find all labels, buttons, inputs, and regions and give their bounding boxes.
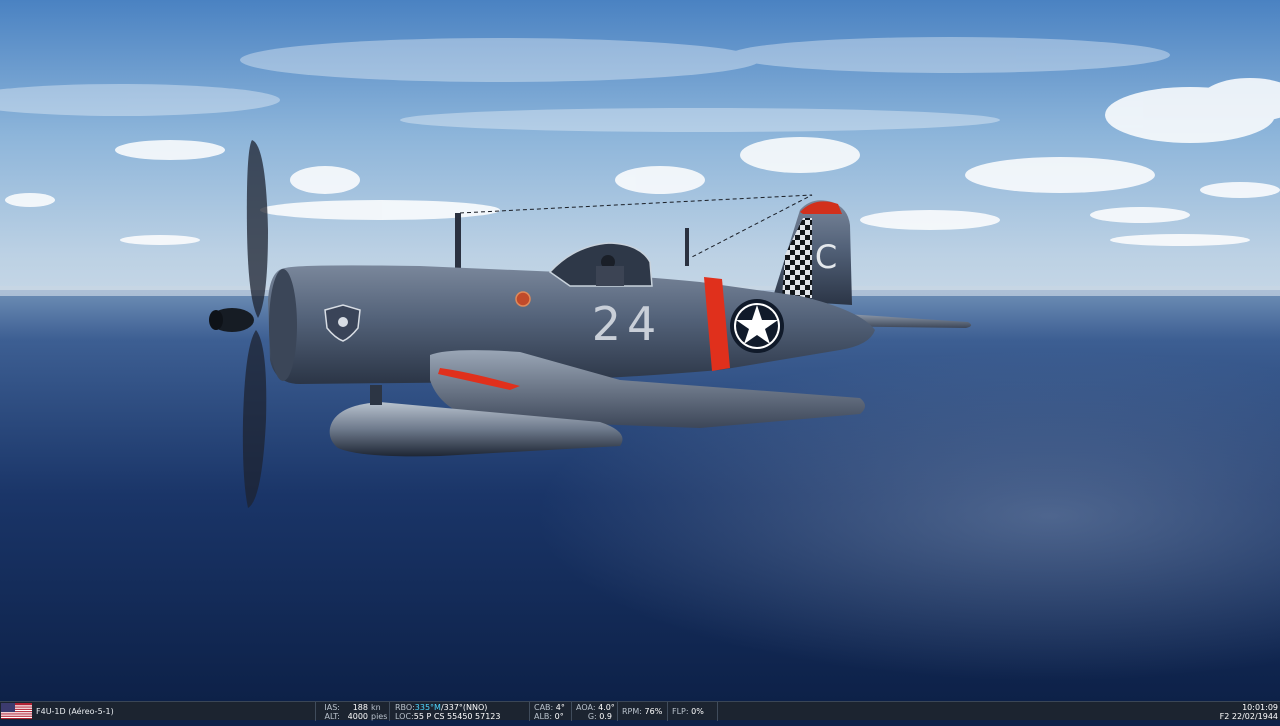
ias-value: 188 [352, 703, 368, 712]
rpm-value: 76% [644, 707, 663, 716]
unit-name: F4U-1D (Aéreo-5-1) [36, 707, 114, 716]
aoa-label: AOA: [576, 703, 596, 712]
rbo-label: RBO: [395, 703, 415, 712]
ias-label: IAS: [324, 703, 340, 712]
flaps-panel: FLP: 0% [667, 702, 717, 721]
status-bar: F4U-1D (Aéreo-5-1) IAS: 188 kn ALT: 4000… [0, 701, 1280, 721]
tail-letter: C [815, 238, 837, 276]
rbo-true: /337°(NNO) [440, 703, 488, 712]
aoa-g-panel: AOA: 4.0° G: 0.9 [571, 702, 617, 721]
ias-unit: kn [371, 703, 381, 712]
aoa-value: 4.0° [598, 703, 615, 712]
rpm-label: RPM: [622, 707, 642, 716]
usa-flag-icon [1, 703, 32, 719]
cab-value: 4° [555, 703, 565, 712]
speed-altitude-panel: IAS: 188 kn ALT: 4000 pies [315, 702, 389, 721]
flp-label: FLP: [672, 707, 689, 716]
mission-time: 10:01:09 [1242, 703, 1278, 712]
attitude-panel: CAB: 4° ALB: 0° [529, 702, 571, 721]
flp-value: 0% [691, 707, 704, 716]
side-number: 24 [592, 297, 663, 351]
navigation-panel: RBO:335°M/337°(NNO) LOC:55 P CS 55450 57… [389, 702, 529, 721]
rpm-panel: RPM: 76% [617, 702, 667, 721]
rbo-magnetic: 335°M [414, 703, 441, 712]
clock-panel: 10:01:09 F2 22/02/1944 [1180, 702, 1278, 721]
flight-scene: C 24 [0, 0, 1280, 701]
cab-label: CAB: [534, 703, 554, 712]
divider [717, 702, 718, 721]
